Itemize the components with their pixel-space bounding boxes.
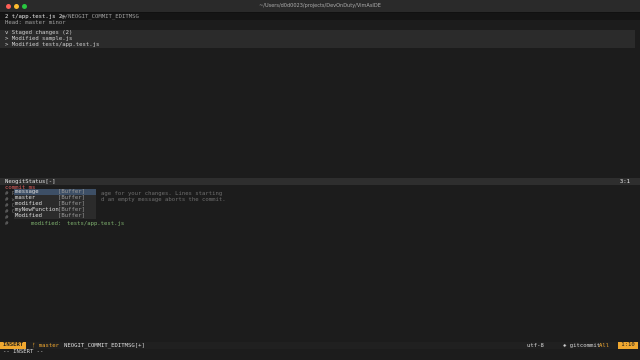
git-icon: ◈	[563, 342, 570, 349]
line-column: 1:10	[618, 342, 638, 349]
completion-popup: message [Buffer] master [Buffer] modified[…	[14, 189, 96, 219]
command-line[interactable]: -- INSERT --	[3, 349, 43, 355]
window-title: ~/Users/d0d0023/projects/DevOnDuty/VimAs…	[259, 3, 381, 9]
staged-file-label: Modified tests/app.test.js	[11, 42, 100, 48]
branch-icon: ᚠ	[32, 342, 39, 349]
scroll-percent: All	[599, 342, 610, 349]
buffer-name: NeogitStatus[-]	[5, 178, 56, 185]
collapse-chevron-icon: >	[5, 42, 12, 48]
mode-indicator: INSERT	[0, 342, 27, 349]
tab-active[interactable]: 2 t/app.test.js 2+	[5, 14, 66, 20]
file-encoding: utf-8	[527, 342, 544, 349]
vim-statusline: INSERT ᚠ master NEOGIT_COMMIT_EDITMSG[+]…	[0, 342, 640, 349]
file-type: ◈ gitcommit	[563, 342, 601, 349]
vim-tabline: 2 t/app.test.js 2+ .g/NEOGIT_COMMIT_EDIT…	[0, 13, 640, 20]
neogit-status-line: NeogitStatus[-] 3:1	[0, 178, 640, 185]
completion-item[interactable]: Modified [Buffer]	[14, 213, 96, 219]
neogit-head: Head: master minor	[5, 20, 66, 26]
comment-line: # modified: tests/app.test.js	[5, 221, 125, 227]
window-titlebar: ~/Users/d0d0023/projects/DevOnDuty/VimAs…	[0, 0, 640, 13]
git-branch: ᚠ master	[32, 342, 59, 349]
staged-file-row[interactable]: > Modified tests/app.test.js	[0, 42, 635, 48]
file-name: NEOGIT_COMMIT_EDITMSG[+]	[64, 342, 145, 349]
tab-commit-editmsg[interactable]: .g/NEOGIT_COMMIT_EDITMSG	[58, 14, 139, 20]
cursor-position: 3:1	[619, 178, 630, 185]
